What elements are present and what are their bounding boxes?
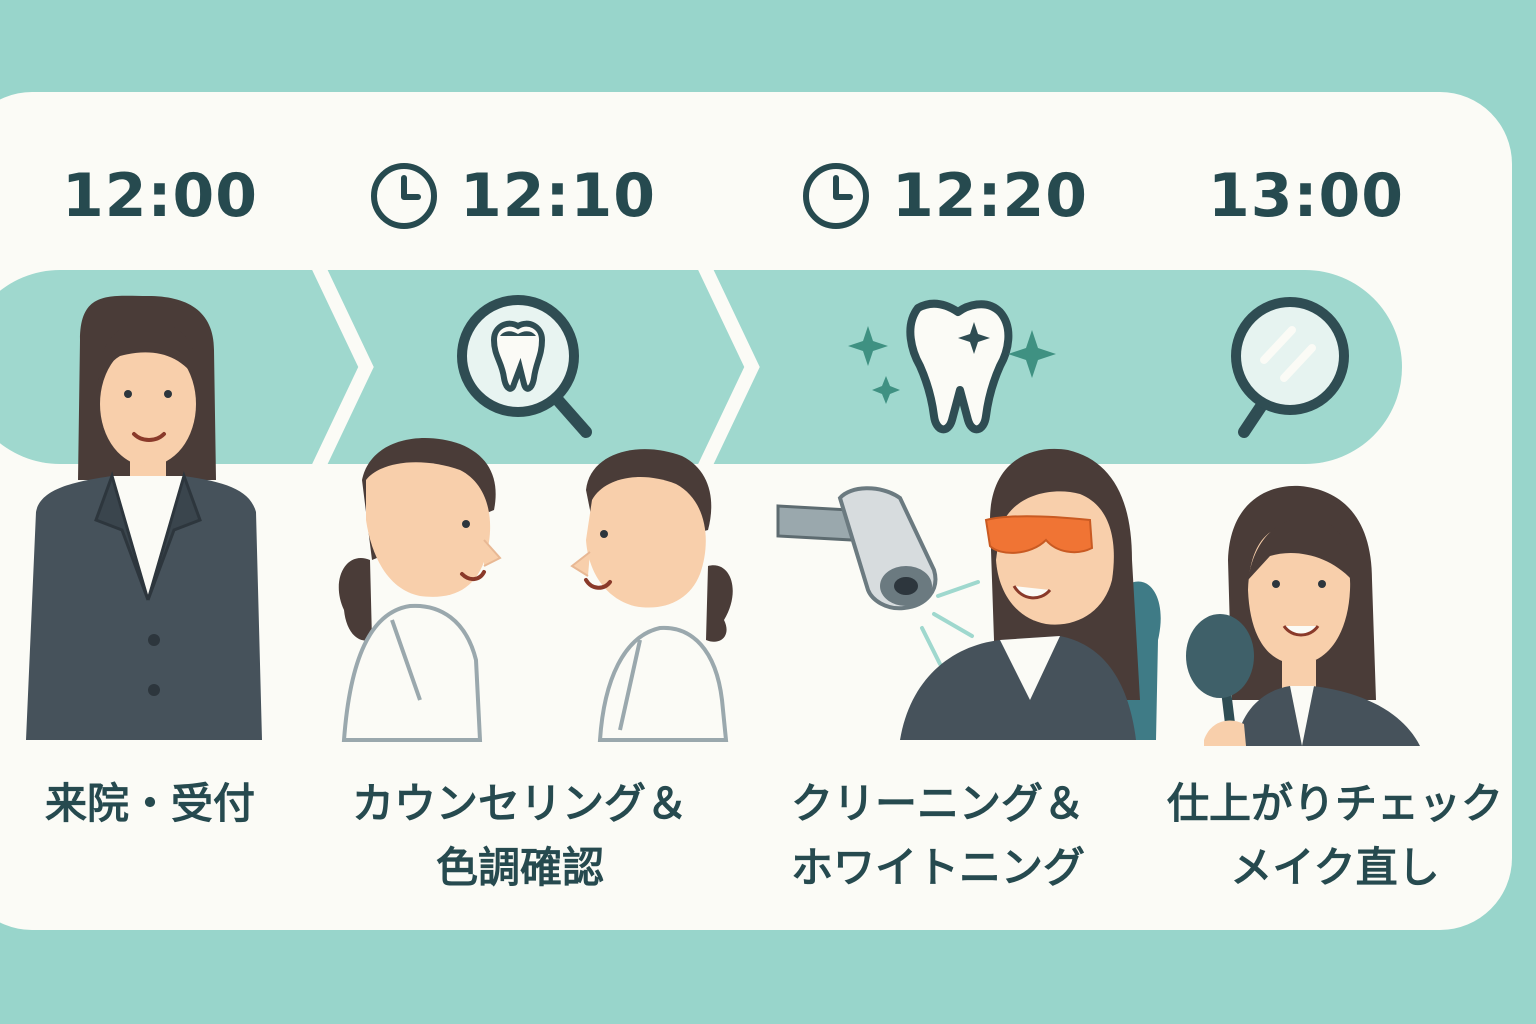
step-2-label: カウンセリング＆ 色調確認 bbox=[320, 772, 720, 900]
patient-profile-illustration bbox=[570, 449, 733, 742]
whitening-lamp-illustration bbox=[776, 486, 980, 666]
step-2-label-line-1: カウンセリング＆ bbox=[351, 779, 688, 828]
step-4-label-line-1: 仕上がりチェック bbox=[1166, 779, 1503, 828]
step-4-label: 仕上がりチェック メイク直し bbox=[1150, 772, 1520, 900]
step-1-label: 来院・受付 bbox=[20, 772, 280, 836]
step-1-label-line-1: 来院・受付 bbox=[44, 779, 255, 828]
step-3-label-line-1: クリーニング＆ bbox=[790, 779, 1085, 828]
step-3-label: クリーニング＆ ホワイトニング bbox=[748, 772, 1128, 900]
counselor-illustration bbox=[338, 438, 502, 742]
step-4-label-line-2: メイク直し bbox=[1230, 843, 1440, 892]
mirror-check-woman-illustration bbox=[1186, 485, 1420, 746]
step-3-label-line-2: ホワイトニング bbox=[790, 843, 1085, 892]
step-2-label-line-2: 色調確認 bbox=[435, 843, 604, 892]
